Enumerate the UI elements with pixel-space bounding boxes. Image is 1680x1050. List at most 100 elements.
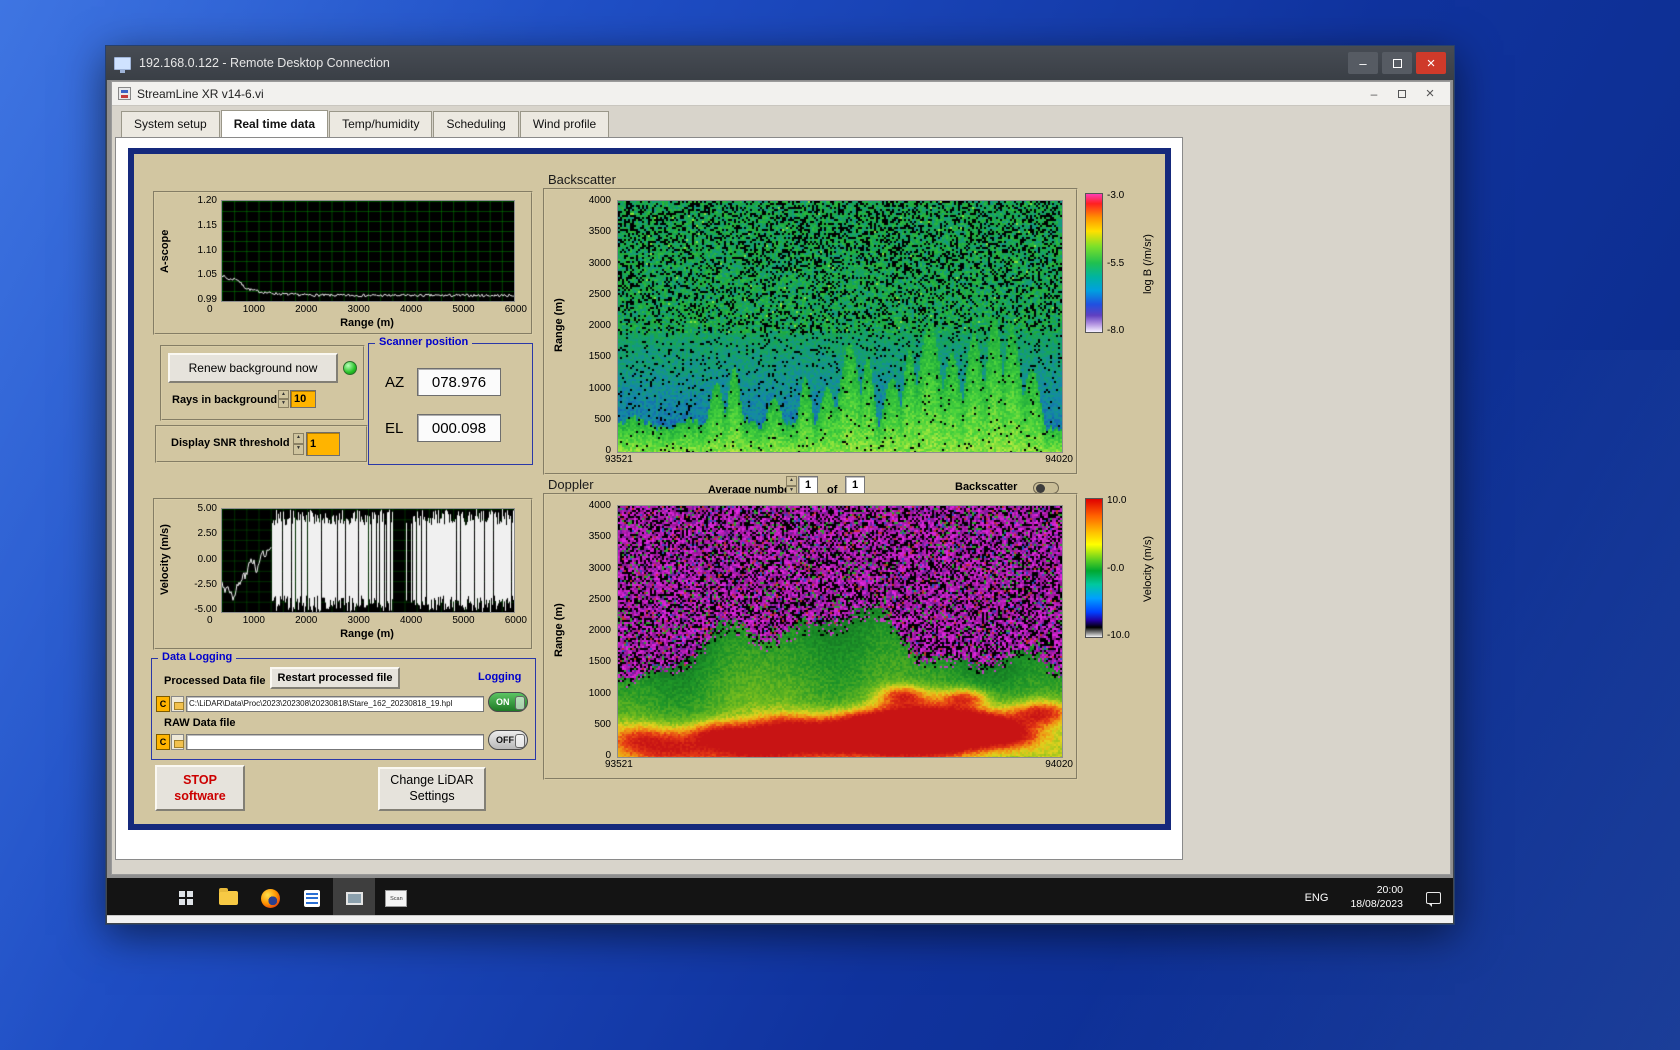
streamline-app-window: StreamLine XR v14-6.vi System setup Real… <box>111 81 1451 875</box>
app-minimize-button[interactable] <box>1360 84 1388 103</box>
taskbar: Scan ENG 20:00 18/08/2023 <box>107 878 1453 918</box>
rays-in-background-label: Rays in background <box>172 394 278 406</box>
processed-path-field[interactable]: C:\LiDAR\Data\Proc\2023\202308\20230818\… <box>186 695 484 712</box>
remote-session: StreamLine XR v14-6.vi System setup Real… <box>107 80 1453 923</box>
doppler-graph-group: Range (m) 4000 3500 3000 2500 2000 1500 1000 50… <box>543 493 1078 780</box>
data-logging-box: Data Logging Processed Data file Restart… <box>151 651 536 760</box>
ascope-y-ticks: 1.20 1.15 1.10 1.05 0.99 <box>197 195 217 305</box>
real-time-data-page: A-scope 1.20 1.15 1.10 1.05 0.99 0 1000 2000 30… <box>115 137 1183 860</box>
raw-data-file-label: RAW Data file <box>164 717 236 729</box>
tab-wind-profile[interactable]: Wind profile <box>519 111 610 137</box>
velocity-x-axis-label: Range (m) <box>340 628 394 640</box>
app-restore-button[interactable] <box>1388 84 1416 103</box>
taskbar-explorer-button[interactable] <box>207 878 249 918</box>
processed-drive-box[interactable]: C <box>156 695 170 712</box>
doppler-colorbar <box>1085 498 1103 638</box>
backscatter-y-ticks: 4000 3500 3000 2500 2000 1500 1000 500 0 <box>588 195 611 456</box>
elevation-label: EL <box>385 420 404 437</box>
renew-background-button[interactable]: Renew background now <box>168 353 338 383</box>
doppler-y-ticks: 4000 3500 3000 2500 2000 1500 1000 500 0 <box>588 500 611 761</box>
app-titlebar[interactable]: StreamLine XR v14-6.vi <box>112 82 1450 106</box>
tabstrip: System setup Real time data Temp/humidit… <box>115 108 610 137</box>
rdp-minimize-button[interactable] <box>1348 52 1378 74</box>
doppler-x-labels: 93521 94020 <box>605 759 1073 770</box>
restart-processed-file-button[interactable]: Restart processed file <box>270 667 400 689</box>
taskbar-scan-button[interactable]: Scan <box>375 878 417 918</box>
backscatter-y-axis-label: Range (m) <box>553 298 565 353</box>
desktop: 192.168.0.122 - Remote Desktop Connectio… <box>0 0 1680 1050</box>
spin-down-icon[interactable] <box>293 444 304 455</box>
velocity-plot <box>221 508 515 613</box>
tab-scheduling[interactable]: Scheduling <box>433 111 519 137</box>
restore-icon <box>1398 89 1406 98</box>
background-control-group: Renew background now Rays in background … <box>160 345 365 421</box>
doppler-title: Doppler <box>548 477 594 492</box>
rdp-horizontal-scrollbar[interactable] <box>107 915 1453 923</box>
raw-drive-box[interactable]: C <box>156 733 170 750</box>
spin-up-icon[interactable] <box>278 390 289 399</box>
scan-app-label: Scan <box>389 894 403 902</box>
taskbar-clock[interactable]: 20:00 18/08/2023 <box>1340 884 1413 911</box>
doppler-y-axis-label: Range (m) <box>553 603 565 658</box>
velocity-y-axis-label: Velocity (m/s) <box>159 524 171 596</box>
stop-software-button[interactable]: STOP software <box>155 765 245 811</box>
raw-file-row: C <box>156 733 484 750</box>
rays-value-field[interactable]: 10 <box>290 390 316 408</box>
notification-icon <box>1425 892 1441 907</box>
ascope-x-ticks: 0 1000 2000 3000 4000 5000 6000 <box>207 304 527 315</box>
doppler-x-start: 93521 <box>605 759 633 770</box>
raw-logging-toggle[interactable]: OFF <box>488 730 528 750</box>
processed-browse-icon[interactable] <box>171 695 184 712</box>
processed-logging-toggle[interactable]: ON <box>488 692 528 712</box>
doppler-colorbar-label: Velocity (m/s) <box>1142 536 1154 603</box>
velocity-graph-group: Velocity (m/s) 5.00 2.50 0.00 -2.50 -5.00 01… <box>153 498 533 650</box>
labview-vi-icon <box>118 87 131 100</box>
processed-data-file-label: Processed Data file <box>164 675 266 687</box>
clock-date: 18/08/2023 <box>1350 898 1403 910</box>
taskbar-start-button[interactable] <box>165 878 207 918</box>
tab-system-setup[interactable]: System setup <box>121 111 220 137</box>
stop-button-line2: software <box>174 789 226 803</box>
raw-path-field[interactable] <box>186 733 484 750</box>
tab-real-time-data[interactable]: Real time data <box>220 110 329 137</box>
doppler-plot <box>617 505 1063 758</box>
scanner-position-box: Scanner position AZ 078.976 EL 000.098 <box>368 336 533 465</box>
document-lines-icon <box>304 889 320 907</box>
taskbar-streamline-button[interactable] <box>333 878 375 918</box>
clock-time: 20:00 <box>1376 884 1403 897</box>
backscatter-plot <box>617 200 1063 453</box>
rays-spinner[interactable] <box>278 390 289 408</box>
spin-down-icon[interactable] <box>278 399 289 408</box>
taskbar-firefox-button[interactable] <box>249 878 291 918</box>
doppler-x-end: 94020 <box>1045 759 1073 770</box>
remote-desktop-icon <box>114 56 131 73</box>
action-center-button[interactable] <box>1413 878 1453 918</box>
tab-temp-humidity[interactable]: Temp/humidity <box>329 111 433 137</box>
snr-value-field[interactable]: 1 <box>306 432 340 456</box>
backscatter-x-labels: 93521 94020 <box>605 454 1073 465</box>
rdp-maximize-button[interactable] <box>1382 52 1412 74</box>
elevation-value[interactable]: 000.098 <box>417 414 501 442</box>
ascope-x-axis-label: Range (m) <box>340 317 394 329</box>
rdp-close-button[interactable] <box>1416 52 1446 74</box>
velocity-x-ticks: 0 1000 2000 3000 4000 5000 6000 <box>207 615 527 626</box>
spin-up-icon[interactable] <box>786 476 797 486</box>
azimuth-label: AZ <box>385 374 405 391</box>
language-indicator[interactable]: ENG <box>1293 878 1341 918</box>
panel-frame: A-scope 1.20 1.15 1.10 1.05 0.99 0 1000 2000 30… <box>128 148 1171 830</box>
rdp-window-title: 192.168.0.122 - Remote Desktop Connectio… <box>139 56 390 70</box>
azimuth-value[interactable]: 078.976 <box>417 368 501 396</box>
app-close-button[interactable] <box>1416 84 1444 103</box>
taskbar-tray: ENG 20:00 18/08/2023 <box>1293 878 1453 918</box>
snr-spinner[interactable] <box>293 433 304 455</box>
firefox-icon <box>260 888 280 908</box>
windows-start-icon <box>178 890 194 906</box>
backscatter-title: Backscatter <box>548 172 616 187</box>
maximize-icon <box>1392 58 1402 68</box>
taskbar-notes-button[interactable] <box>291 878 333 918</box>
raw-browse-icon[interactable] <box>171 733 184 750</box>
spin-up-icon[interactable] <box>293 433 304 444</box>
change-lidar-settings-button[interactable]: Change LiDAR Settings <box>378 767 486 811</box>
rdp-titlebar[interactable]: 192.168.0.122 - Remote Desktop Connectio… <box>106 46 1454 80</box>
processed-file-row: C C:\LiDAR\Data\Proc\2023\202308\2023081… <box>156 695 484 712</box>
